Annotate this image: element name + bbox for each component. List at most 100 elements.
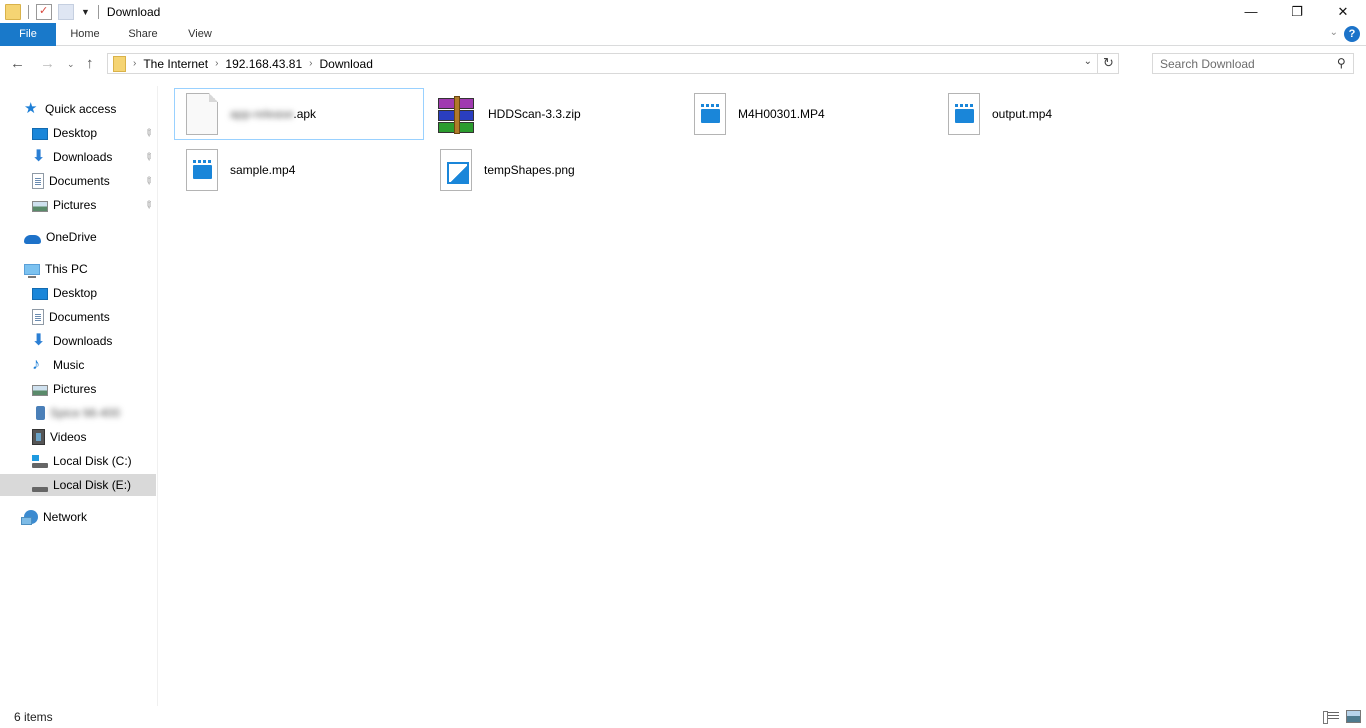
sidebar-item-label: Local Disk (E:) [53,478,132,492]
sidebar-item-downloads[interactable]: ⬇ Downloads [0,330,156,352]
sidebar-item-quick-access[interactable]: ★ Quick access [0,98,156,120]
up-button[interactable]: ↑ [86,55,94,72]
breadcrumb-separator[interactable]: › [309,58,312,69]
desktop-icon [32,288,48,300]
file-item[interactable]: output.mp4 [936,88,1186,140]
sidebar-item-desktop[interactable]: Desktop [0,282,156,304]
recent-locations-button[interactable]: ⌄ [67,59,75,70]
video-file-icon [186,149,218,191]
quick-access-star-icon: ★ [24,100,38,117]
pin-icon[interactable]: ✎ [141,174,155,188]
video-file-icon [694,93,726,135]
toolbar-divider [28,4,29,19]
sidebar-item-videos[interactable]: Videos [0,426,156,448]
address-bar[interactable]: › The Internet › 192.168.43.81 › Downloa… [107,53,1119,74]
file-item[interactable]: app-release.apk [174,88,424,140]
address-dropdown-icon[interactable]: ⌄ [1084,56,1092,67]
search-input[interactable] [1153,56,1323,71]
sidebar-item-label: Videos [50,430,87,444]
tab-file[interactable]: File [0,23,56,46]
tab-home[interactable]: Home [60,23,110,46]
file-list: app-release.apk HDDScan-3.3.zip M4H00301… [160,80,1366,706]
sidebar-item-label: Pictures [53,198,97,212]
sidebar-item-network[interactable]: Network [0,506,156,528]
search-icon[interactable]: ⚲ [1337,56,1346,70]
sidebar-item-this-pc[interactable]: This PC [0,258,156,280]
sidebar-item-local-disk-c[interactable]: Local Disk (C:) [0,450,156,472]
file-item[interactable]: sample.mp4 [174,144,424,196]
quick-access-toolbar: ▼ [0,0,103,23]
sidebar-item-label: Desktop [53,286,98,300]
file-item[interactable]: M4H00301.MP4 [682,88,932,140]
sidebar-item-music[interactable]: ♪ Music [0,354,156,376]
expand-ribbon-icon[interactable]: ⌄ [1330,27,1338,38]
downloads-icon: ⬇ [32,148,46,165]
folder-icon [113,55,126,72]
ribbon: File Home Share View ⌄ ? [0,23,1366,46]
onedrive-cloud-icon [24,234,41,244]
customize-toolbar-dropdown-icon[interactable]: ▼ [81,7,90,17]
image-file-icon [440,149,472,191]
close-button[interactable]: ✕ [1320,0,1366,23]
sidebar-item-label: Documents [49,310,110,324]
properties-icon[interactable] [36,3,52,20]
minimize-button[interactable]: — [1228,0,1274,23]
pin-icon[interactable]: ✎ [141,198,155,212]
tab-view[interactable]: View [178,23,222,46]
file-name-blurred: app-release [230,107,294,121]
forward-button[interactable]: → [40,55,55,72]
system-disk-icon [32,455,48,468]
sidebar-item-documents[interactable]: Documents [0,306,156,328]
search-box: ⚲ [1152,53,1354,74]
file-name-extension: .apk [293,107,317,121]
back-button[interactable]: ← [10,55,25,72]
sidebar-item-label: Spice Mi-400 [50,406,121,420]
music-icon: ♪ [32,356,40,373]
breadcrumb-ip-address[interactable]: 192.168.43.81 [225,57,302,71]
sidebar-item-quick-desktop[interactable]: Desktop ✎ [0,122,156,144]
disk-icon [32,487,48,492]
sidebar-item-onedrive[interactable]: OneDrive [0,226,156,248]
downloads-icon: ⬇ [32,332,46,349]
file-item[interactable]: HDDScan-3.3.zip [428,88,678,140]
refresh-button[interactable]: ↻ [1097,53,1119,74]
sidebar-item-pictures[interactable]: Pictures [0,378,156,400]
help-icon[interactable]: ? [1344,26,1360,42]
computer-icon [24,264,40,278]
restore-button[interactable]: ❐ [1274,0,1320,23]
breadcrumb-the-internet[interactable]: The Internet [143,57,208,71]
sidebar-item-label: Music [53,358,85,372]
documents-icon [32,309,44,325]
breadcrumb-separator[interactable]: › [133,58,136,69]
winrar-archive-icon [436,94,476,134]
breadcrumb-download[interactable]: Download [320,57,373,71]
file-name: M4H00301.MP4 [738,107,825,121]
window-title: Download [106,4,161,19]
sidebar-item-local-disk-e[interactable]: Local Disk (E:) [0,474,156,496]
sidebar-item-label: Network [43,510,88,524]
documents-icon [32,173,44,189]
sidebar-item-quick-downloads[interactable]: ⬇ Downloads ✎ [0,146,156,168]
sidebar-item-label: Quick access [45,102,117,116]
sidebar-item-phone-device[interactable]: Spice Mi-400 [0,402,156,424]
new-folder-icon[interactable] [58,3,74,20]
file-name: HDDScan-3.3.zip [488,107,581,121]
pictures-icon [32,385,48,396]
folder-icon[interactable] [5,3,21,20]
file-name: tempShapes.png [484,163,575,177]
details-view-icon[interactable] [1323,710,1339,724]
file-item[interactable]: tempShapes.png [428,144,678,196]
toolbar-divider [97,4,99,19]
sidebar-item-quick-documents[interactable]: Documents ✎ [0,170,156,192]
pin-icon[interactable]: ✎ [141,126,155,140]
sidebar-item-quick-pictures[interactable]: Pictures ✎ [0,194,156,216]
status-bar: 6 items [0,706,1366,728]
title-bar: ▼ Download — ❐ ✕ [0,0,1366,23]
pin-icon[interactable]: ✎ [141,150,155,164]
desktop-icon [32,128,48,140]
breadcrumb-separator[interactable]: › [215,58,218,69]
pictures-icon [32,201,48,212]
large-icons-view-icon[interactable] [1346,710,1361,723]
tab-share[interactable]: Share [119,23,167,46]
file-name: output.mp4 [992,107,1053,121]
